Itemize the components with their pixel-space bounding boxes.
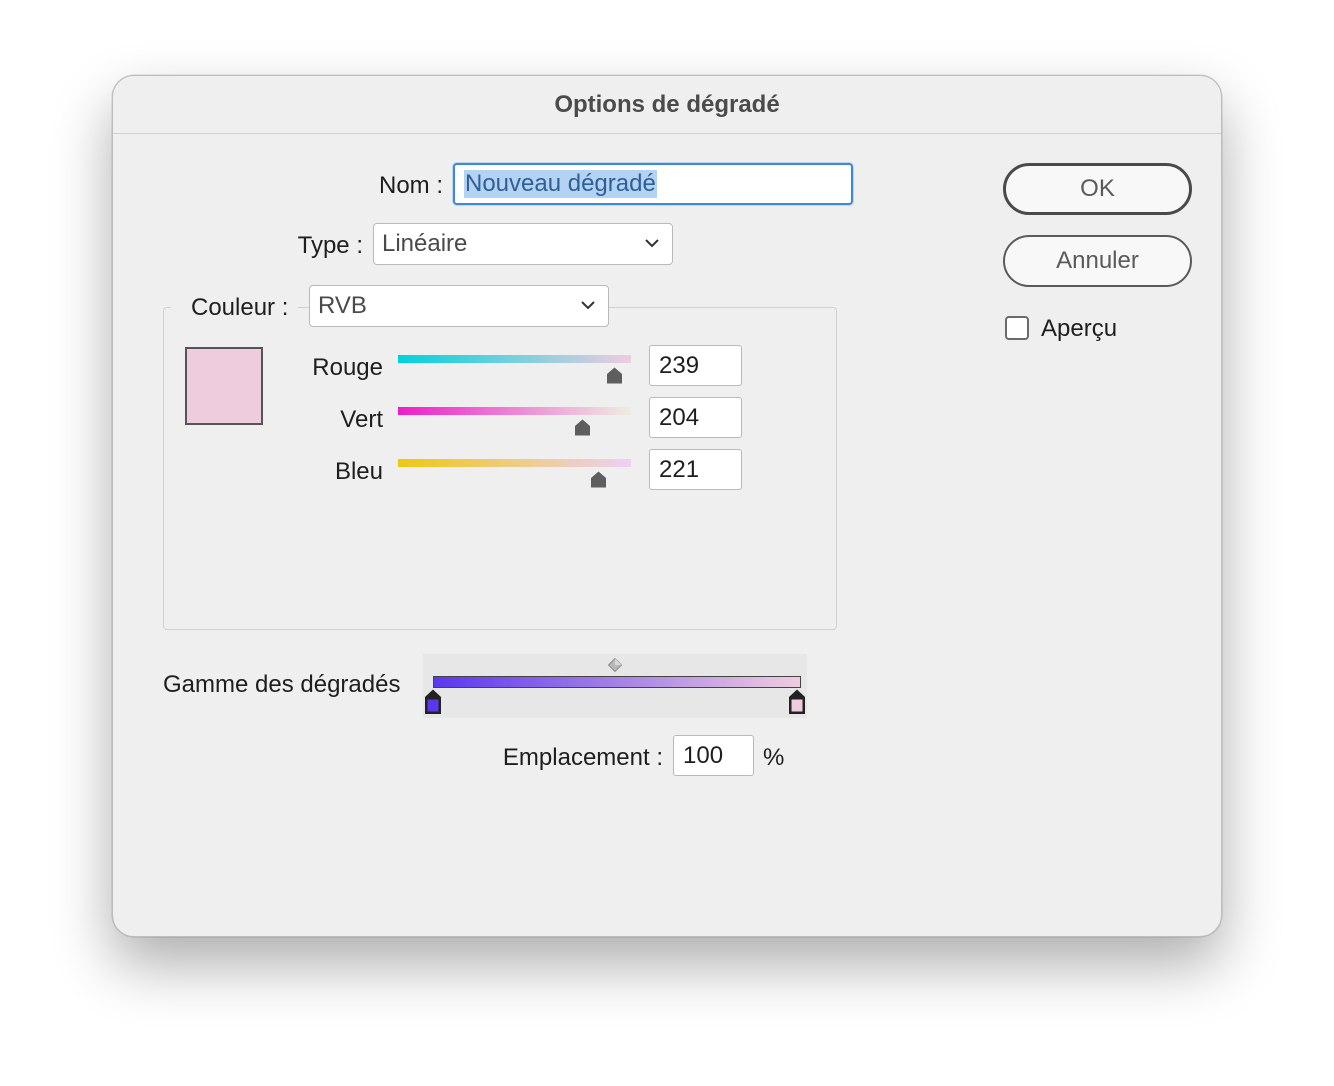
gradient-ramp-bar[interactable] bbox=[433, 676, 801, 688]
type-label: Type : bbox=[297, 232, 363, 259]
name-field[interactable]: Nouveau dégradé bbox=[453, 163, 853, 205]
green-value: 204 bbox=[659, 403, 700, 431]
gradient-ramp-label: Gamme des dégradés bbox=[163, 671, 401, 698]
chevron-down-icon bbox=[581, 301, 595, 310]
red-value-field[interactable]: 239 bbox=[649, 345, 742, 386]
preview-checkbox[interactable] bbox=[1005, 316, 1029, 340]
red-slider-track[interactable] bbox=[398, 355, 631, 363]
location-unit: % bbox=[763, 744, 785, 771]
gradient-options-dialog: Options de dégradé Nom : Nouveau dégradé… bbox=[112, 75, 1222, 937]
midpoint-diamond-icon[interactable] bbox=[608, 658, 622, 672]
red-slider-thumb[interactable] bbox=[606, 367, 623, 384]
location-field[interactable]: 100 bbox=[673, 735, 754, 776]
ok-button[interactable]: OK bbox=[1003, 163, 1192, 215]
name-field-value: Nouveau dégradé bbox=[464, 170, 657, 198]
chevron-down-icon bbox=[645, 239, 659, 248]
color-mode-value: RVB bbox=[318, 292, 367, 319]
color-swatch[interactable] bbox=[185, 347, 263, 425]
color-mode-dropdown[interactable]: RVB bbox=[309, 285, 609, 327]
blue-slider-thumb[interactable] bbox=[590, 471, 607, 488]
blue-slider-track[interactable] bbox=[398, 459, 631, 467]
title-bar: Options de dégradé bbox=[113, 76, 1221, 134]
location-label: Emplacement : bbox=[502, 744, 663, 771]
start-color-stop[interactable] bbox=[424, 689, 442, 715]
green-label: Vert bbox=[340, 406, 383, 433]
blue-value: 221 bbox=[659, 455, 700, 483]
green-slider-thumb[interactable] bbox=[574, 419, 591, 436]
cancel-button-label: Annuler bbox=[1056, 247, 1139, 274]
dialog-title: Options de dégradé bbox=[554, 90, 780, 118]
preview-label: Aperçu bbox=[1041, 315, 1118, 342]
end-color-stop[interactable] bbox=[788, 689, 806, 715]
name-label: Nom : bbox=[378, 172, 443, 199]
ok-button-label: OK bbox=[1080, 175, 1115, 202]
green-slider-track[interactable] bbox=[398, 407, 631, 415]
color-mode-label: Couleur : bbox=[171, 294, 299, 322]
type-dropdown-value: Linéaire bbox=[382, 230, 468, 257]
location-value: 100 bbox=[683, 741, 724, 769]
green-value-field[interactable]: 204 bbox=[649, 397, 742, 438]
blue-value-field[interactable]: 221 bbox=[649, 449, 742, 490]
cancel-button[interactable]: Annuler bbox=[1003, 235, 1192, 287]
red-value: 239 bbox=[659, 351, 700, 379]
red-label: Rouge bbox=[312, 354, 383, 381]
type-dropdown[interactable]: Linéaire bbox=[373, 223, 673, 265]
blue-label: Bleu bbox=[334, 458, 383, 485]
